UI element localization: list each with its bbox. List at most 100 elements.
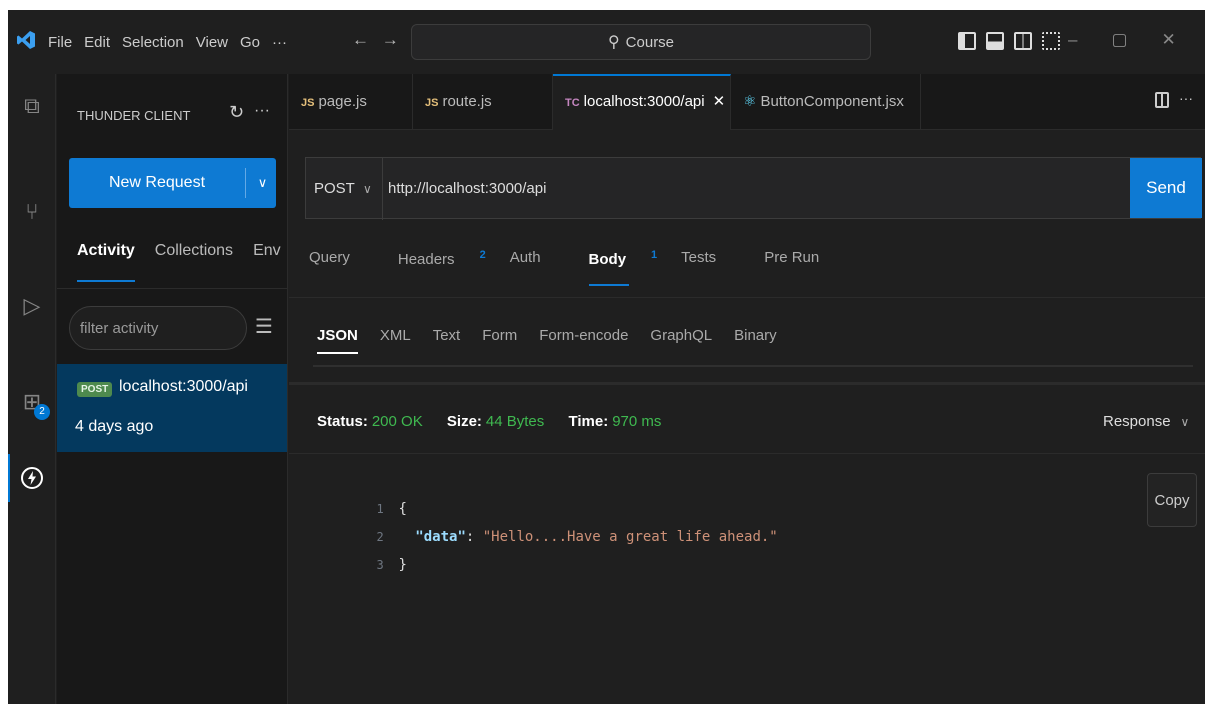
url-input[interactable]	[388, 158, 1118, 218]
filter-activity-input[interactable]	[69, 306, 247, 350]
more-actions-icon[interactable]: ···	[254, 102, 270, 120]
chevron-down-icon[interactable]: ∨	[249, 158, 276, 208]
tab-label: route.js	[442, 93, 492, 110]
body-tab-xml[interactable]: XML	[380, 327, 411, 344]
window-controls: – ▢ ✕	[1068, 30, 1176, 50]
menu-go[interactable]: Go	[240, 34, 260, 51]
tab-button-component[interactable]: ⚛ ButtonComponent.jsx	[731, 74, 921, 130]
js-file-icon: JS	[425, 97, 439, 109]
activity-bar: ⧉ ⑂ ▷ ⊞ 2	[8, 74, 56, 704]
menu-selection[interactable]: Selection	[122, 34, 184, 51]
menu-view[interactable]: View	[196, 34, 228, 51]
thunder-client-icon[interactable]	[20, 466, 44, 490]
activity-item[interactable]: POST localhost:3000/api 4 days ago	[57, 364, 287, 452]
response-body: 1{ 2 "data": "Hello....Have a great life…	[309, 467, 778, 573]
body-editor-line	[313, 365, 1193, 367]
tab-headers[interactable]: Headers 2	[398, 249, 486, 268]
more-actions-icon[interactable]: ···	[1179, 90, 1193, 106]
react-icon: ⚛	[743, 93, 757, 110]
line-number: 1	[376, 502, 384, 516]
size-value: 44 Bytes	[485, 413, 545, 430]
headers-count: 2	[479, 249, 486, 261]
request-divider	[289, 297, 1205, 298]
body-tab-form-encode[interactable]: Form-encode	[539, 327, 628, 344]
explorer-icon[interactable]: ⧉	[20, 94, 44, 118]
tab-activity[interactable]: Activity	[77, 242, 135, 282]
source-control-icon[interactable]: ⑂	[20, 200, 44, 224]
activity-time: 4 days ago	[75, 418, 154, 435]
forward-arrow-icon[interactable]: →	[382, 30, 403, 49]
sidebar-title: THUNDER CLIENT	[77, 108, 191, 123]
body-tab-json[interactable]: JSON	[317, 327, 358, 354]
sidebar-divider	[57, 288, 287, 289]
body-type-tabs: JSON XML Text Form Form-encode GraphQL B…	[317, 327, 799, 354]
lightning-icon	[21, 467, 43, 489]
menu-edit[interactable]: Edit	[84, 34, 110, 51]
method-select[interactable]: POST	[314, 158, 355, 220]
tab-auth[interactable]: Auth	[510, 249, 565, 268]
copy-button[interactable]: Copy	[1147, 473, 1197, 527]
json-key: "data"	[415, 529, 466, 545]
menu-file[interactable]: File	[48, 34, 72, 51]
time-value: 970 ms	[612, 413, 662, 430]
js-file-icon: JS	[301, 97, 315, 109]
body-tab-graphql[interactable]: GraphQL	[650, 327, 712, 344]
tab-pre-run[interactable]: Pre Run	[764, 249, 843, 268]
split-editor-icon[interactable]	[1155, 92, 1169, 108]
restore-icon[interactable]: ▢	[1111, 30, 1127, 50]
close-icon[interactable]: ✕	[713, 93, 726, 110]
status-label: Status:	[317, 413, 368, 430]
body-tab-binary[interactable]: Binary	[734, 327, 777, 344]
tab-query[interactable]: Query	[309, 249, 374, 268]
close-window-icon[interactable]: ✕	[1162, 30, 1176, 50]
response-splitter[interactable]	[289, 382, 1205, 385]
time-label: Time:	[568, 413, 609, 430]
tab-route-js[interactable]: JS route.js	[413, 74, 553, 130]
chevron-down-icon[interactable]: ∨	[363, 158, 372, 220]
toggle-secondary-sidebar-icon[interactable]	[1014, 32, 1032, 50]
request-tabs: Query Headers 2 Auth Body 1 Tests Pre Run	[309, 249, 867, 286]
code-line: 1{	[309, 467, 778, 517]
active-indicator	[8, 454, 10, 502]
minimize-icon[interactable]: –	[1068, 30, 1077, 50]
tab-collections[interactable]: Collections	[155, 242, 233, 260]
tab-label: ButtonComponent.jsx	[760, 93, 904, 110]
body-tab-text[interactable]: Text	[433, 327, 461, 344]
tab-label: Tests	[681, 249, 717, 266]
tab-page-js[interactable]: JS page.js	[289, 74, 413, 130]
tab-body[interactable]: Body 1	[588, 249, 657, 286]
post-method-badge: POST	[77, 382, 113, 397]
tab-label: Pre Run	[764, 249, 820, 266]
body-tab-form[interactable]: Form	[482, 327, 517, 344]
tab-env[interactable]: Env	[253, 242, 281, 260]
vscode-logo-icon	[17, 31, 35, 49]
url-separator	[382, 158, 383, 220]
json-brace: }	[398, 557, 407, 573]
tab-label: Query	[309, 249, 350, 266]
request-pane: POST ∨ Send Query Headers 2 Auth Body 1 Te…	[289, 131, 1205, 704]
chevron-down-icon: ∨	[1180, 415, 1190, 429]
back-arrow-icon[interactable]: ←	[352, 30, 373, 49]
command-center-search[interactable]: ⚲ Course	[411, 24, 871, 60]
new-request-button[interactable]: New Request ∨	[69, 158, 276, 208]
tab-localhost-api[interactable]: TC localhost:3000/api ✕	[553, 74, 731, 130]
search-icon: ⚲	[607, 34, 620, 51]
response-view-select[interactable]: Response ∨	[1103, 413, 1189, 430]
menu-more[interactable]: ···	[272, 34, 287, 51]
tab-tests[interactable]: Tests	[681, 249, 740, 268]
url-bar: POST ∨ Send	[305, 157, 1202, 220]
send-button[interactable]: Send	[1130, 158, 1202, 218]
line-number: 3	[376, 558, 384, 572]
filter-menu-icon[interactable]: ☰	[255, 314, 273, 339]
customize-layout-icon[interactable]	[1042, 32, 1060, 50]
new-request-separator	[245, 168, 246, 198]
size-label: Size:	[446, 413, 482, 430]
toggle-panel-icon[interactable]	[986, 32, 1004, 50]
activity-url: localhost:3000/api	[119, 378, 248, 395]
toggle-primary-sidebar-icon[interactable]	[958, 32, 976, 50]
run-debug-icon[interactable]: ▷	[20, 294, 44, 318]
thunder-client-file-icon: TC	[565, 97, 580, 109]
tab-label: localhost:3000/api	[583, 93, 705, 110]
tab-label: Body	[588, 251, 627, 268]
refresh-icon[interactable]: ↻	[229, 102, 244, 123]
